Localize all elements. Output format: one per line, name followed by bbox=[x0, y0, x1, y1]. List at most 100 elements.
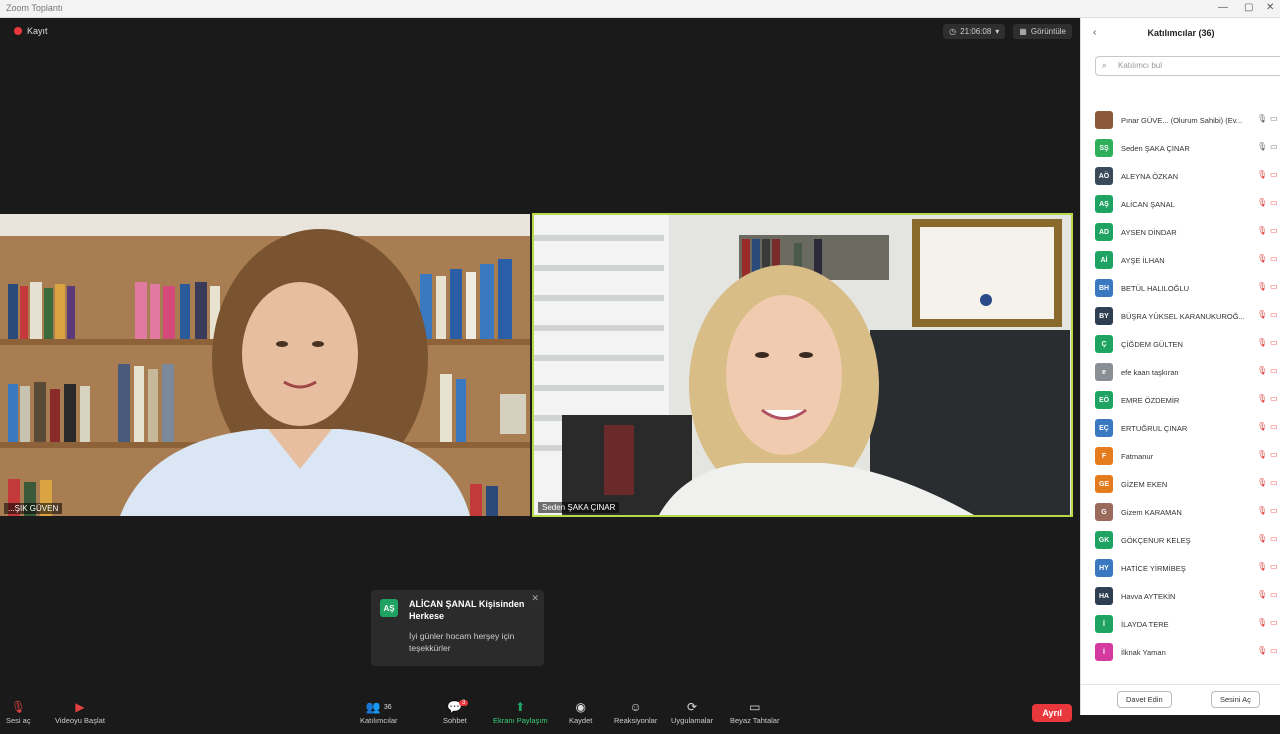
record-button[interactable]: ◉ Kaydet bbox=[569, 698, 592, 725]
participant-row[interactable]: Aİ AYŞE İLHAN 🎙 ▭ bbox=[1095, 246, 1280, 274]
participant-name: ÇİĞDEM GÜLTEN bbox=[1121, 339, 1183, 349]
recording-label: Kayıt bbox=[27, 26, 48, 36]
participant-avatar bbox=[1095, 111, 1113, 129]
participant-search-input[interactable]: ⌕ Katılımcı bul bbox=[1095, 56, 1280, 76]
recording-indicator: Kayıt bbox=[14, 26, 48, 36]
start-video-button[interactable]: ▶ Videoyu Başlat bbox=[55, 698, 105, 725]
participant-avatar: HA bbox=[1095, 587, 1113, 605]
participant-row[interactable]: İ İLAYDA TERE 🎙 ▭ bbox=[1095, 610, 1280, 638]
video-off-icon: ▭ bbox=[1270, 618, 1278, 627]
view-time: 21:06:08 bbox=[960, 27, 992, 36]
participant-row[interactable]: e efe kaan taşkıran 🎙 ▭ bbox=[1095, 358, 1280, 386]
leave-button[interactable]: Ayrıl bbox=[1032, 704, 1072, 722]
participant-row[interactable]: HY HATİCE YİRMİBEŞ 🎙 ▭ bbox=[1095, 554, 1280, 582]
participant-avatar: AŞ bbox=[1095, 195, 1113, 213]
close-icon[interactable]: ✕ bbox=[531, 593, 539, 604]
participants-count: 36 bbox=[383, 703, 392, 711]
video-feed-1 bbox=[0, 214, 530, 516]
invite-button[interactable]: Davet Edin bbox=[1117, 691, 1172, 708]
whiteboard-button[interactable]: ▭ Beyaz Tahtalar bbox=[730, 698, 779, 725]
record-dot-icon bbox=[14, 27, 22, 35]
panel-title: Katılımcılar (36) bbox=[1147, 28, 1215, 38]
participants-icon: 👥 36 bbox=[365, 700, 392, 714]
whiteboard-label: Beyaz Tahtalar bbox=[730, 716, 780, 725]
participant-avatar: EÇ bbox=[1095, 419, 1113, 437]
video-off-icon: ▭ bbox=[1270, 282, 1278, 291]
search-placeholder: Katılımcı bul bbox=[1118, 61, 1163, 70]
participant-name: Pınar GÜVE... (Olurum Sahibi) (Ev... bbox=[1121, 115, 1243, 125]
video-off-icon: ▭ bbox=[1270, 646, 1278, 655]
video-off-icon: ▭ bbox=[1270, 114, 1278, 123]
maximize-icon[interactable]: ▢ bbox=[1244, 2, 1253, 13]
microphone-muted-icon: 🎙 bbox=[1257, 646, 1268, 655]
chat-label: Sohbet bbox=[443, 716, 467, 725]
microphone-muted-icon: 🎙 bbox=[1257, 562, 1268, 571]
video-tile-2-active-speaker[interactable]: Seden ŞAKA ÇINAR bbox=[532, 213, 1073, 517]
microphone-muted-icon: 🎙 bbox=[1257, 170, 1268, 179]
participant-row[interactable]: AD AYSEN DİNDAR 🎙 ▭ bbox=[1095, 218, 1280, 246]
participant-row[interactable]: EÖ EMRE ÖZDEMİR 🎙 ▭ bbox=[1095, 386, 1280, 414]
participant-row[interactable]: GE GİZEM EKEN 🎙 ▭ bbox=[1095, 470, 1280, 498]
participant-row[interactable]: GK GÖKÇENUR KELEŞ 🎙 ▭ bbox=[1095, 526, 1280, 554]
unmute-button[interactable]: 🎙 Sesi aç bbox=[6, 698, 31, 725]
apps-button[interactable]: ⟳ Uygulamalar bbox=[671, 698, 713, 725]
participant-row[interactable]: AŞ ALİCAN ŞANAL 🎙 ▭ bbox=[1095, 190, 1280, 218]
share-screen-button[interactable]: ⬆ Ekranı Paylaşım bbox=[493, 698, 548, 725]
microphone-muted-icon: 🎙 bbox=[1257, 254, 1268, 263]
video-off-icon: ▭ bbox=[1270, 478, 1278, 487]
participant-avatar: İ bbox=[1095, 643, 1113, 661]
microphone-muted-icon: 🎙 bbox=[1257, 142, 1268, 151]
microphone-muted-icon: 🎙 bbox=[1257, 114, 1268, 123]
unmute-all-button[interactable]: Sesini Aç bbox=[1211, 691, 1260, 708]
microphone-muted-icon: 🎙 bbox=[1257, 394, 1268, 403]
video-off-icon: ▭ bbox=[1270, 198, 1278, 207]
chat-notification[interactable]: ✕ AŞ ALİCAN ŞANAL Kişisinden Herkese İyi… bbox=[371, 590, 544, 666]
chat-sender-header: ALİCAN ŞANAL Kişisinden Herkese bbox=[409, 599, 525, 621]
participant-row[interactable]: BH BETÜL HALILOĞLU 🎙 ▭ bbox=[1095, 274, 1280, 302]
video-tile-1[interactable]: ...ŞIK GÜVEN bbox=[0, 214, 530, 516]
minimize-icon[interactable]: — bbox=[1218, 2, 1228, 13]
chat-button[interactable]: 💬 3 Sohbet bbox=[443, 698, 469, 725]
view-control[interactable]: ◷ 21:06:08 ▾ bbox=[943, 24, 1006, 39]
participant-name: BÜŞRA YÜKSEL KARANUKUROĞ... bbox=[1121, 311, 1245, 321]
participant-avatar: GK bbox=[1095, 531, 1113, 549]
share-screen-icon: ⬆ bbox=[515, 700, 526, 714]
participant-row[interactable]: İ İlknak Yaman 🎙 ▭ bbox=[1095, 638, 1280, 666]
participant-row[interactable]: G Gizem KARAMAN 🎙 ▭ bbox=[1095, 498, 1280, 526]
participants-label: Katılımcılar bbox=[360, 716, 398, 725]
participant-avatar: Ç bbox=[1095, 335, 1113, 353]
microphone-muted-icon: 🎙 bbox=[1257, 422, 1268, 431]
grid-icon: ▦ bbox=[1019, 27, 1027, 36]
participant-row[interactable]: HA Havva AYTEKİN 🎙 ▭ bbox=[1095, 582, 1280, 610]
participant-name: GÖKÇENUR KELEŞ bbox=[1121, 535, 1191, 545]
participant-row[interactable]: BY BÜŞRA YÜKSEL KARANUKUROĞ... 🎙 ▭ bbox=[1095, 302, 1280, 330]
video-feed-2 bbox=[534, 215, 1071, 515]
participant-row[interactable]: F Fatmanur 🎙 ▭ bbox=[1095, 442, 1280, 470]
microphone-muted-icon: 🎙 bbox=[1257, 338, 1268, 347]
participant-avatar: BH bbox=[1095, 279, 1113, 297]
video-off-icon: ▭ bbox=[1270, 394, 1278, 403]
video-off-icon: ▭ bbox=[1270, 534, 1278, 543]
participant-name: Havva AYTEKİN bbox=[1121, 591, 1176, 601]
reactions-button[interactable]: ☺ Reaksiyonlar bbox=[614, 698, 657, 725]
microphone-muted-icon: 🎙 bbox=[1257, 450, 1268, 459]
gallery-view-button[interactable]: ▦ Görüntüle bbox=[1013, 24, 1072, 39]
microphone-muted-icon: 🎙 bbox=[1257, 282, 1268, 291]
participant-name: efe kaan taşkıran bbox=[1121, 367, 1179, 377]
close-icon[interactable]: ✕ bbox=[1266, 2, 1274, 13]
video-off-icon: ▭ bbox=[1270, 338, 1278, 347]
participant-row[interactable]: Pınar GÜVE... (Olurum Sahibi) (Ev... 🎙 ▭ bbox=[1095, 106, 1280, 134]
participant-name: Gizem KARAMAN bbox=[1121, 507, 1182, 517]
participant-name: İLAYDA TERE bbox=[1121, 619, 1169, 629]
participant-avatar: G bbox=[1095, 503, 1113, 521]
participants-button[interactable]: 👥 36 Katılımcılar bbox=[360, 698, 398, 725]
participant-name: AYSEN DİNDAR bbox=[1121, 227, 1177, 237]
participant-avatar: GE bbox=[1095, 475, 1113, 493]
microphone-muted-icon: 🎙 bbox=[1257, 618, 1268, 627]
participant-name: ERTUĞRUL ÇINAR bbox=[1121, 423, 1188, 433]
participant-avatar: F bbox=[1095, 447, 1113, 465]
participant-row[interactable]: AÖ ALEYNA ÖZKAN 🎙 ▭ bbox=[1095, 162, 1280, 190]
participant-row[interactable]: Ç ÇİĞDEM GÜLTEN 🎙 ▭ bbox=[1095, 330, 1280, 358]
participant-row[interactable]: SŞ Seden ŞAKA ÇINAR 🎙 ▭ bbox=[1095, 134, 1280, 162]
participant-row[interactable]: EÇ ERTUĞRUL ÇINAR 🎙 ▭ bbox=[1095, 414, 1280, 442]
